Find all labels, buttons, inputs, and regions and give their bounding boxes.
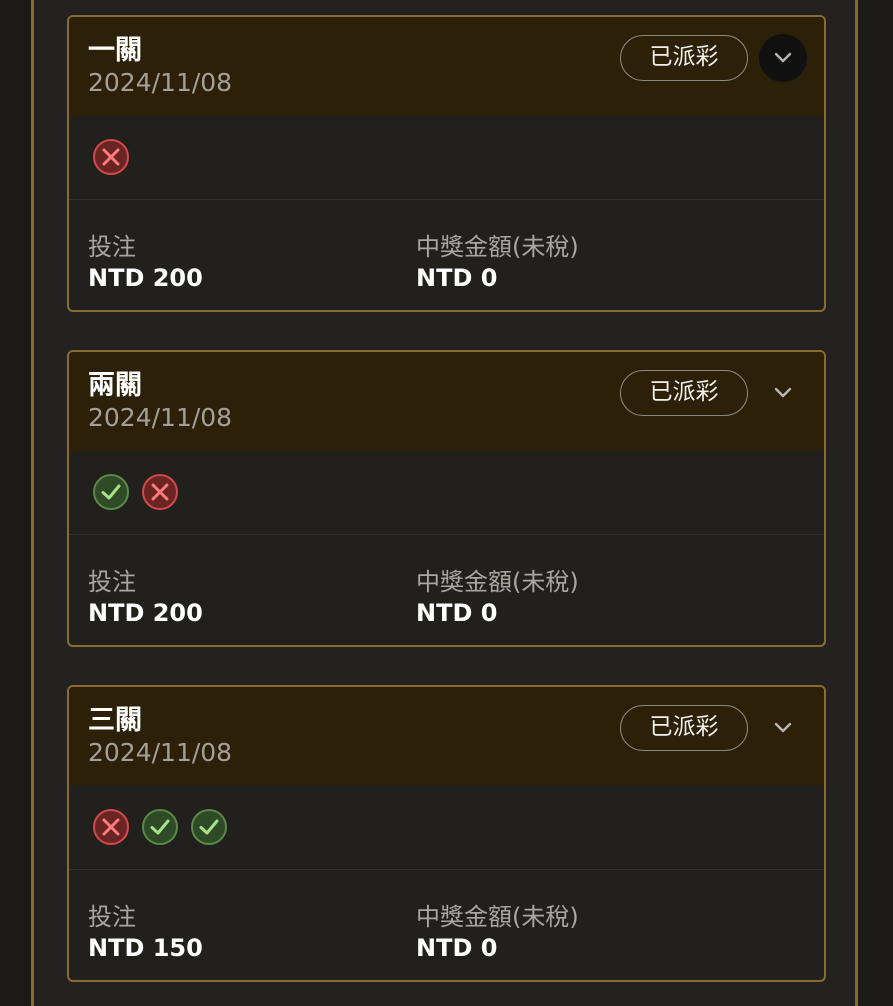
loss-x-icon	[142, 474, 178, 510]
bet-date: 2024/11/08	[88, 403, 233, 432]
stake-label: 投注	[88, 568, 136, 596]
bet-title: 兩關	[88, 370, 142, 401]
payout-value: NTD 0	[416, 264, 498, 292]
bet-card[interactable]: 三關 2024/11/08 已派彩 投注 NTD 150 中獎金額(未稅) NT…	[67, 685, 826, 982]
bet-card[interactable]: 兩關 2024/11/08 已派彩 投注 NTD 200 中獎金額(未稅) NT…	[67, 350, 826, 647]
payout-value: NTD 0	[416, 934, 498, 962]
payout-label: 中獎金額(未稅)	[416, 233, 579, 261]
stake-value: NTD 200	[88, 599, 203, 627]
chevron-down-icon	[774, 387, 792, 398]
expand-toggle-button[interactable]	[759, 704, 807, 752]
bet-date: 2024/11/08	[88, 68, 233, 97]
win-check-icon	[93, 474, 129, 510]
bet-title: 一關	[88, 35, 142, 66]
leg-results	[69, 116, 824, 200]
expand-toggle-button[interactable]	[759, 369, 807, 417]
chevron-down-icon	[774, 52, 792, 63]
bet-card-header: 一關 2024/11/08 已派彩	[69, 17, 824, 116]
status-badge: 已派彩	[620, 705, 748, 751]
payout-value: NTD 0	[416, 599, 498, 627]
stake-value: NTD 150	[88, 934, 203, 962]
bet-card[interactable]: 一關 2024/11/08 已派彩 投注 NTD 200 中獎金額(未稅) NT…	[67, 15, 826, 312]
bet-date: 2024/11/08	[88, 738, 233, 767]
payout-label: 中獎金額(未稅)	[416, 903, 579, 931]
loss-x-icon	[93, 809, 129, 845]
stake-label: 投注	[88, 903, 136, 931]
page-background: 一關 2024/11/08 已派彩 投注 NTD 200 中獎金額(未稅) NT…	[0, 0, 893, 1006]
loss-x-icon	[93, 139, 129, 175]
payout-label: 中獎金額(未稅)	[416, 568, 579, 596]
chevron-down-icon	[774, 722, 792, 733]
stake-value: NTD 200	[88, 264, 203, 292]
win-check-icon	[142, 809, 178, 845]
status-badge: 已派彩	[620, 370, 748, 416]
expand-toggle-button[interactable]	[759, 34, 807, 82]
bet-card-header: 兩關 2024/11/08 已派彩	[69, 352, 824, 451]
leg-results	[69, 786, 824, 870]
bet-card-header: 三關 2024/11/08 已派彩	[69, 687, 824, 786]
leg-results	[69, 451, 824, 535]
stake-label: 投注	[88, 233, 136, 261]
status-badge: 已派彩	[620, 35, 748, 81]
bet-title: 三關	[88, 705, 142, 736]
win-check-icon	[191, 809, 227, 845]
